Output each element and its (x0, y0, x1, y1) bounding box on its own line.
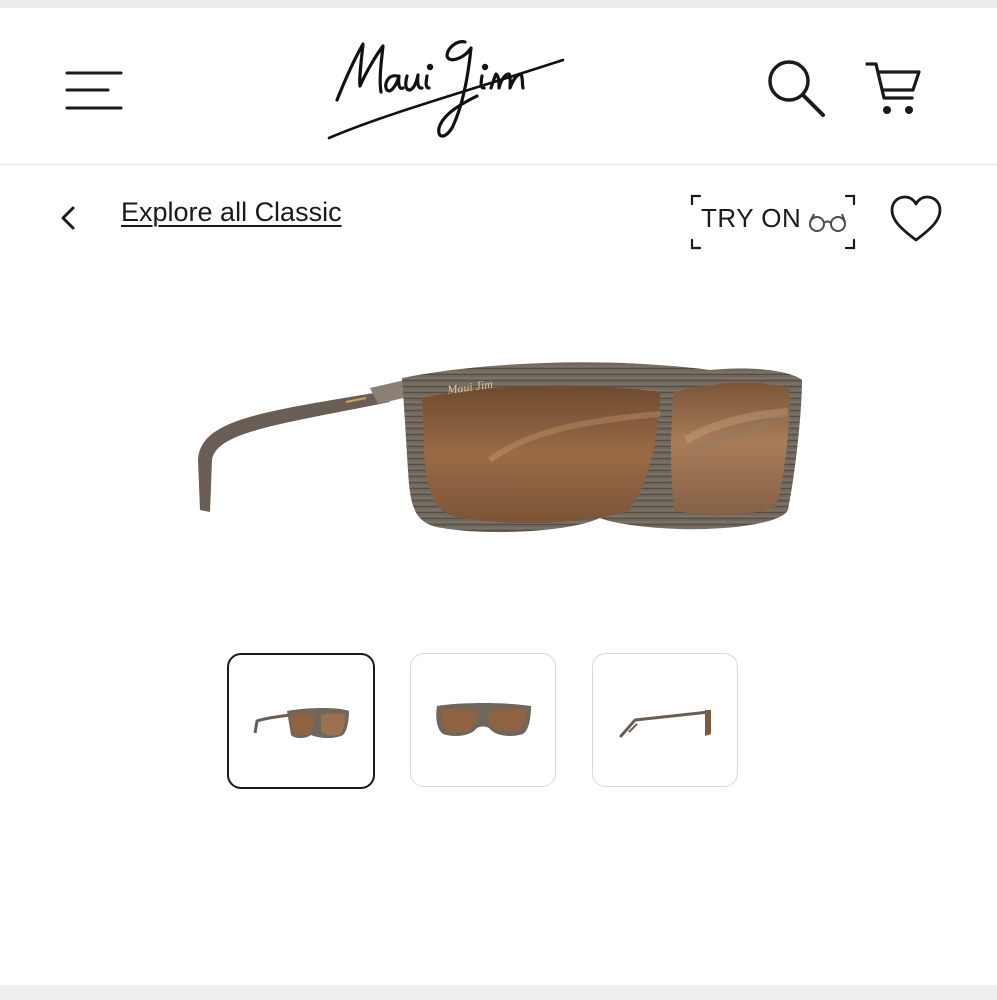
thumbnail-gallery (227, 653, 747, 793)
bottom-strip (0, 985, 997, 1000)
glasses-icon (809, 213, 846, 232)
heart-icon (890, 195, 942, 242)
shopping-cart-icon (865, 62, 921, 114)
explore-collection-link[interactable]: Explore all Classic (121, 197, 342, 228)
cart-button[interactable] (862, 56, 928, 122)
menu-button[interactable] (62, 66, 126, 116)
top-status-strip (0, 0, 997, 8)
product-subnav: Explore all Classic TRY ON (0, 180, 997, 260)
wishlist-button[interactable] (888, 194, 944, 246)
hamburger-menu-icon (65, 71, 123, 110)
sunglasses-thumbnail-icon (619, 710, 711, 738)
try-on-label: TRY ON (701, 203, 802, 233)
thumbnail-side[interactable] (592, 653, 738, 787)
thumbnail-front[interactable] (410, 653, 556, 787)
search-icon (768, 60, 825, 117)
try-on-button[interactable]: TRY ON (688, 194, 858, 250)
back-button[interactable] (54, 200, 84, 236)
site-header (0, 8, 997, 165)
product-main-image[interactable]: Maui Jim (190, 340, 810, 580)
search-button[interactable] (762, 54, 832, 124)
maui-jim-logo (327, 40, 565, 140)
sunglasses-three-quarter-view: Maui Jim (198, 362, 802, 533)
brand-logo[interactable] (325, 30, 570, 150)
sunglasses-thumbnail-icon (253, 708, 349, 738)
thumbnail-three-quarter[interactable] (227, 653, 375, 789)
chevron-left-icon (61, 206, 75, 230)
sunglasses-thumbnail-icon (436, 703, 531, 736)
